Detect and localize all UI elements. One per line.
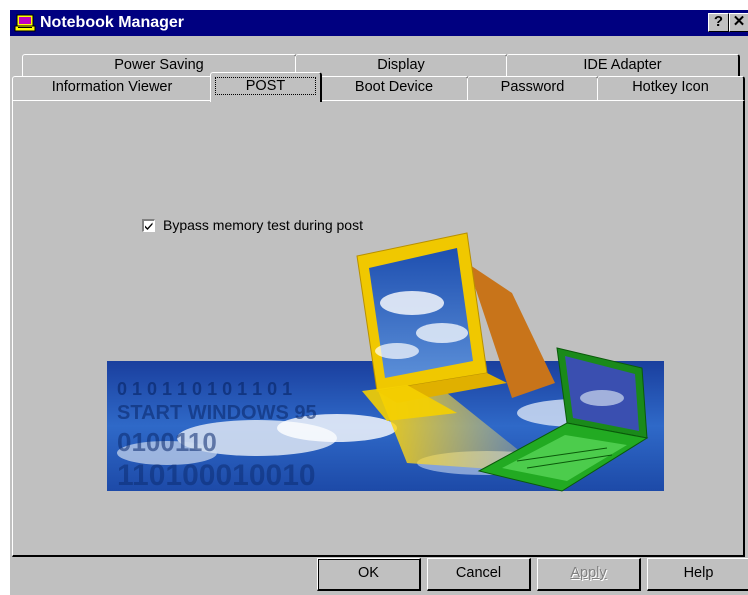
- tab-information-viewer[interactable]: Information Viewer: [12, 76, 213, 100]
- ok-button[interactable]: OK: [317, 558, 421, 591]
- computer-illustration-image: 0 1 0 1 1 0 1 0 1 1 0 1 START WINDOWS 95…: [107, 232, 664, 492]
- tab-hotkey-icon[interactable]: Hotkey Icon: [597, 76, 745, 100]
- apply-button-label: Apply: [570, 565, 607, 581]
- tab-boot-device[interactable]: Boot Device: [320, 76, 469, 100]
- help-button[interactable]: Help: [647, 558, 748, 591]
- close-title-button[interactable]: ✕: [729, 13, 748, 32]
- notebook-app-icon: [14, 14, 36, 32]
- cancel-button[interactable]: Cancel: [427, 558, 531, 591]
- tab-ide-adapter[interactable]: IDE Adapter: [506, 54, 740, 76]
- tab-post[interactable]: POST: [210, 72, 322, 102]
- svg-text:0 1 0 1 1 0 1 0 1 1 0 1: 0 1 0 1 1 0 1 0 1 1 0 1: [117, 379, 292, 399]
- tab-post-label: POST: [214, 77, 317, 95]
- tab-display[interactable]: Display: [295, 54, 508, 76]
- notebook-manager-window: Notebook Manager ? ✕ Power Saving Displa…: [10, 10, 748, 595]
- window-title: Notebook Manager: [40, 14, 185, 31]
- help-title-button[interactable]: ?: [708, 13, 729, 32]
- apply-button[interactable]: Apply: [537, 558, 641, 591]
- title-bar[interactable]: Notebook Manager ? ✕: [10, 10, 748, 36]
- tab-password[interactable]: Password: [467, 76, 599, 100]
- svg-text:0100110: 0100110: [117, 427, 217, 457]
- svg-text:START WINDOWS 95: START WINDOWS 95: [117, 402, 317, 424]
- svg-text:110100010010: 110100010010: [117, 459, 316, 492]
